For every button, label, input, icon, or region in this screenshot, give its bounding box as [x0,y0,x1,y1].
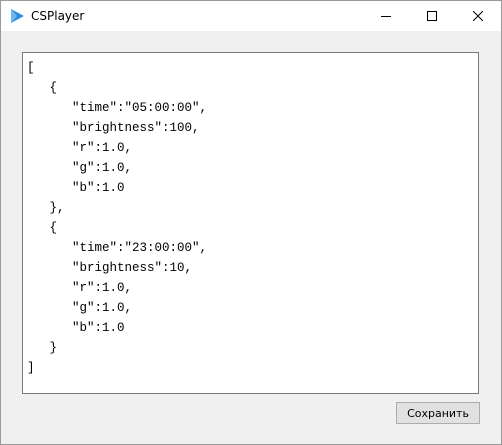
minimize-icon [381,16,391,17]
play-triangle-icon [11,9,24,23]
maximize-button[interactable] [409,1,455,31]
minimize-button[interactable] [363,1,409,31]
window-title: CSPlayer [31,9,85,23]
json-content[interactable]: [ { "time":"05:00:00", "brightness":100,… [23,53,478,378]
close-icon [473,11,483,21]
maximize-icon [427,11,437,21]
title-bar[interactable]: CSPlayer [1,1,501,31]
json-editor[interactable]: [ { "time":"05:00:00", "brightness":100,… [22,52,479,394]
save-button[interactable]: Сохранить [396,402,480,424]
app-window: CSPlayer [ { "time":"05:00:00", "brightn… [0,0,502,445]
close-button[interactable] [455,1,501,31]
